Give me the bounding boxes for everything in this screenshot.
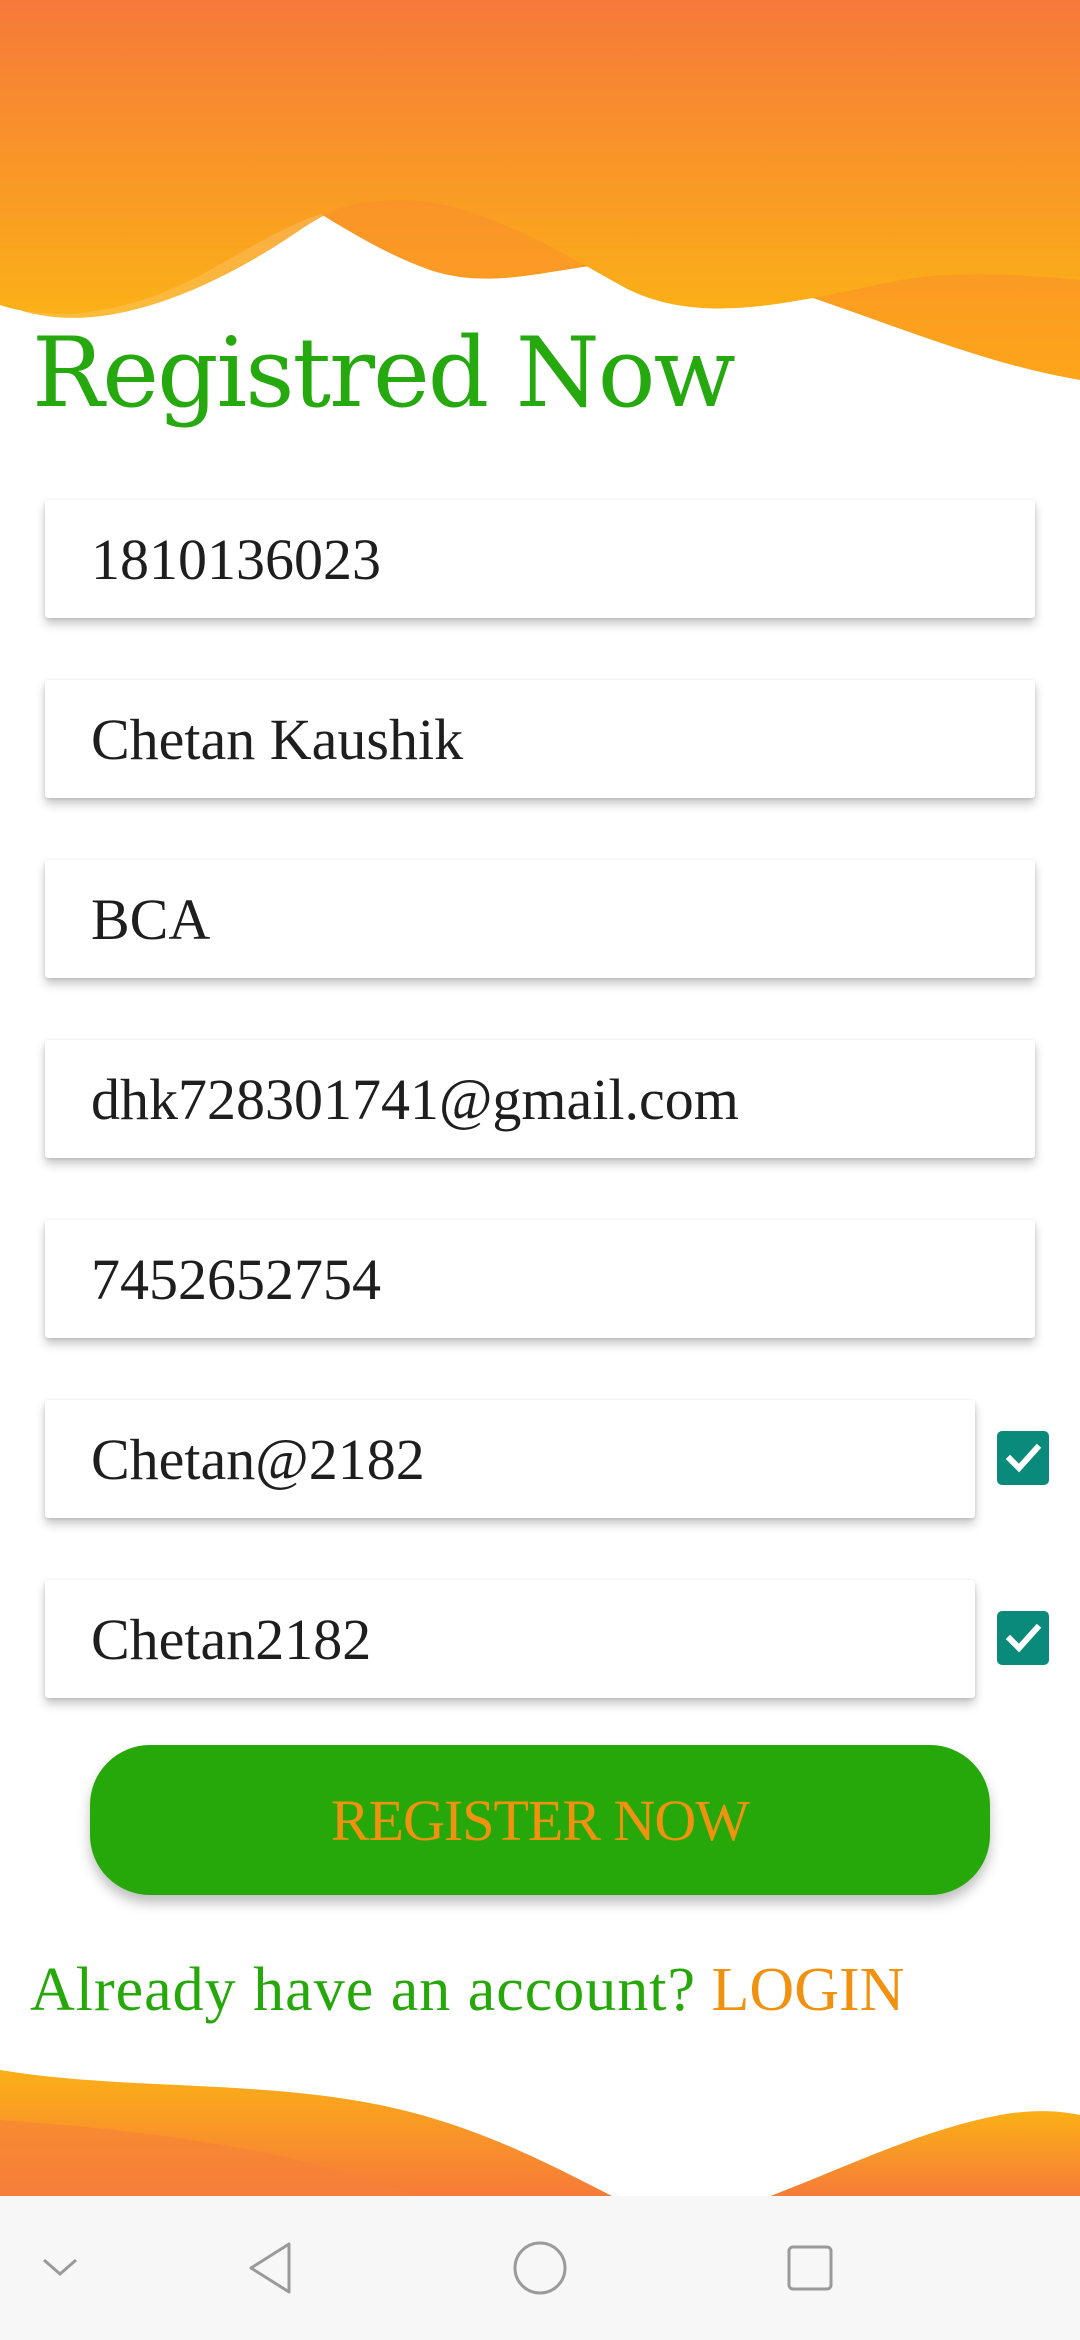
- nav-home-button[interactable]: [500, 2196, 580, 2340]
- nav-recents-button[interactable]: [770, 2196, 850, 2340]
- home-icon: [513, 2241, 567, 2295]
- login-link[interactable]: LOGIN: [712, 1956, 905, 2024]
- password-field[interactable]: Chetan@2182: [45, 1400, 975, 1518]
- confirm-password-field[interactable]: Chetan2182: [45, 1580, 975, 1698]
- show-confirm-password-checkbox[interactable]: [997, 1611, 1049, 1665]
- login-prompt-line: Already have an account? LOGIN: [30, 1950, 904, 2030]
- bottom-wave-decoration: [0, 2070, 1080, 2200]
- email-field[interactable]: dhk728301741@gmail.com: [45, 1040, 1035, 1158]
- full-name-field[interactable]: Chetan Kaushik: [45, 680, 1035, 798]
- chevron-down-icon: [43, 2258, 77, 2276]
- recents-icon: [787, 2245, 833, 2291]
- phone-field[interactable]: 7452652754: [45, 1220, 1035, 1338]
- registration-number-field[interactable]: 1810136023: [45, 500, 1035, 618]
- page-title: Registred Now: [32, 317, 736, 429]
- nav-back-button[interactable]: [230, 2196, 310, 2340]
- checkmark-icon: [1005, 1623, 1042, 1653]
- register-screen: Registred Now 1810136023 Chetan Kaushik …: [0, 0, 1080, 2340]
- nav-collapse-button[interactable]: [20, 2196, 100, 2340]
- checkmark-icon: [1005, 1443, 1042, 1473]
- back-icon: [249, 2242, 291, 2294]
- already-have-account-text: Already have an account?: [30, 1956, 697, 2024]
- register-now-button[interactable]: REGISTER NOW: [90, 1745, 990, 1895]
- show-password-checkbox[interactable]: [997, 1431, 1049, 1485]
- system-navigation-bar: [0, 2196, 1080, 2340]
- course-field[interactable]: BCA: [45, 860, 1035, 978]
